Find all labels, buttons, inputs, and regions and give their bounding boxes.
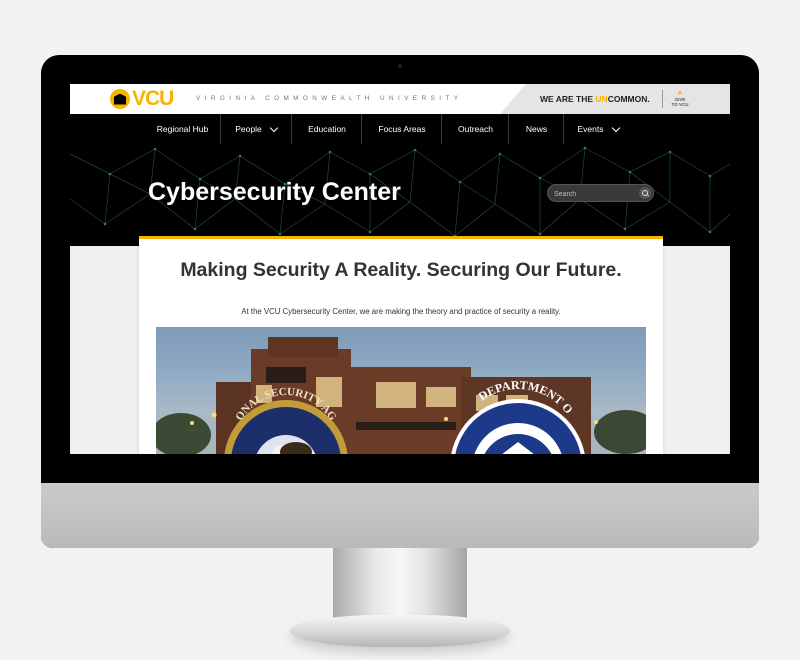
search-input[interactable] xyxy=(554,188,634,200)
give-line2: TO VCU xyxy=(671,102,689,107)
camera-dot xyxy=(398,64,402,68)
monitor-stand-base xyxy=(290,615,510,647)
slogan[interactable]: WE ARE THE UNCOMMON. xyxy=(540,94,650,104)
vcu-seal-icon xyxy=(110,89,130,109)
monitor-chin xyxy=(41,483,759,548)
site-title[interactable]: Cybersecurity Center xyxy=(148,178,401,207)
monitor-frame: VCU VIRGINIA COMMONWEALTH UNIVERSITY WE … xyxy=(41,55,759,548)
page-headline: Making Security A Reality. Securing Our … xyxy=(180,259,622,281)
intro-text: At the VCU Cybersecurity Center, we are … xyxy=(241,307,561,316)
search-icon xyxy=(642,190,648,196)
slogan-start: WE ARE THE xyxy=(540,94,596,104)
nav-label: Events xyxy=(577,124,604,134)
heart-icon: ♥ xyxy=(677,90,683,97)
chevron-down-icon xyxy=(269,123,278,132)
university-name: VIRGINIA COMMONWEALTH UNIVERSITY xyxy=(196,95,463,102)
nav-label: Regional Hub xyxy=(156,124,209,134)
browser-screen: VCU VIRGINIA COMMONWEALTH UNIVERSITY WE … xyxy=(70,84,730,454)
hero-banner: Cybersecurity Center xyxy=(70,144,730,246)
search-button[interactable] xyxy=(639,187,651,199)
university-header: VCU VIRGINIA COMMONWEALTH UNIVERSITY WE … xyxy=(70,84,730,114)
main-nav: Regional Hub People Education Focus Area… xyxy=(70,114,730,144)
nav-item-outreach[interactable]: Outreach xyxy=(441,114,509,144)
content-card: Making Security A Reality. Securing Our … xyxy=(139,236,663,454)
nav-label: Outreach xyxy=(458,124,493,134)
slogan-end: COMMON. xyxy=(607,94,650,104)
vcu-logo-text: VCU xyxy=(132,87,174,110)
give-to-vcu-link[interactable]: ♥ GIVE TO VCU xyxy=(670,90,690,107)
nav-item-people[interactable]: People xyxy=(220,114,291,144)
nav-item-regional-hub[interactable]: Regional Hub xyxy=(145,114,220,144)
nav-label: Focus Areas xyxy=(378,124,426,134)
slogan-accent: UN xyxy=(595,94,608,104)
vcu-logo[interactable]: VCU xyxy=(110,87,174,110)
building-photo: ONAL SECURITY AG DEPARTMENT O xyxy=(156,327,646,454)
nav-label: People xyxy=(235,124,262,134)
chevron-down-icon xyxy=(611,123,620,132)
nav-label: News xyxy=(525,124,548,134)
nav-item-education[interactable]: Education xyxy=(291,114,362,144)
nav-item-focus-areas[interactable]: Focus Areas xyxy=(361,114,442,144)
give-divider xyxy=(662,90,663,108)
nav-label: Education xyxy=(308,124,346,134)
building-illustration: ONAL SECURITY AG DEPARTMENT O xyxy=(156,337,646,454)
nav-item-news[interactable]: News xyxy=(508,114,564,144)
search-box xyxy=(547,184,654,202)
nav-item-events[interactable]: Events xyxy=(563,114,632,144)
